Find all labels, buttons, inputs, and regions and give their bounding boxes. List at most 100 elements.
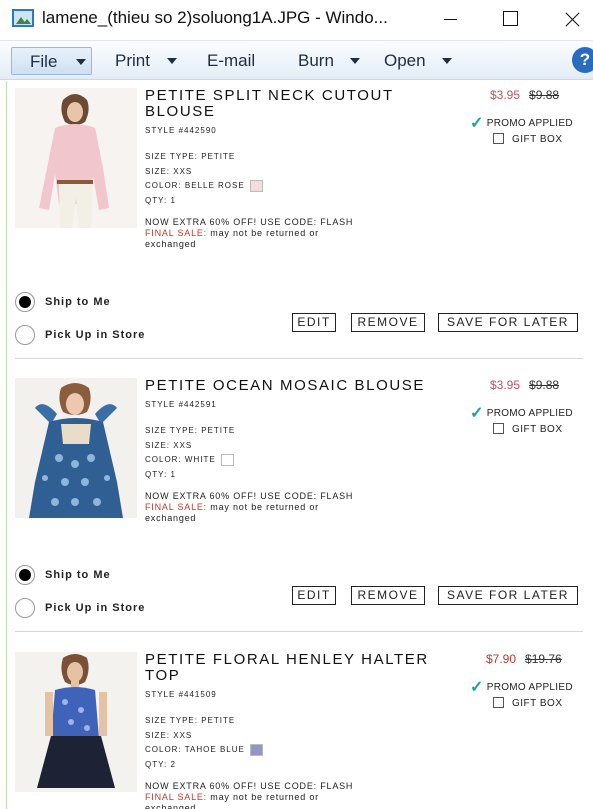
menu-email[interactable]: E-mail (189, 47, 274, 75)
menu-open-label: Open (384, 51, 426, 70)
ship-to-me-label[interactable]: Ship to Me (45, 296, 111, 308)
menu-file-label: File (30, 52, 58, 71)
chevron-down-icon (350, 58, 360, 64)
promo-message: NOW EXTRA 60% OFF! USE CODE: FLASH (145, 217, 354, 227)
minimize-button[interactable] (430, 4, 470, 34)
gift-box-option[interactable]: GIFT BOX (493, 697, 563, 709)
product-style: STYLE #442591 (145, 400, 217, 409)
final-sale-text-2: exchanged (145, 513, 197, 523)
edit-button[interactable]: EDIT (292, 313, 336, 332)
sale-price: $3.95 (490, 378, 521, 392)
image-content: PETITE SPLIT NECK CUTOUT BLOUSE STYLE #4… (0, 81, 593, 809)
maximize-button[interactable] (490, 4, 530, 34)
promo-applied: ✓ PROMO APPLIED (470, 113, 573, 133)
final-sale-note: FINAL SALE: may not be returned or (145, 502, 319, 512)
pick-up-radio[interactable] (15, 598, 35, 618)
promo-message: NOW EXTRA 60% OFF! USE CODE: FLASH (145, 781, 354, 791)
sale-price: $3.95 (490, 88, 521, 102)
chevron-down-icon (167, 58, 177, 64)
final-sale-text-2: exchanged (145, 239, 197, 249)
pick-up-radio[interactable] (15, 325, 35, 345)
chevron-down-icon (442, 58, 452, 64)
gift-box-label: GIFT BOX (512, 424, 563, 435)
photo-viewer-icon (12, 9, 34, 27)
gift-box-option[interactable]: GIFT BOX (493, 133, 563, 145)
remove-button[interactable]: REMOVE (351, 313, 425, 332)
ship-to-me-radio[interactable] (15, 292, 35, 312)
size: SIZE: XXS (145, 167, 193, 176)
save-for-later-button[interactable]: SAVE FOR LATER (438, 313, 578, 332)
final-sale-text: may not be returned or (207, 228, 319, 238)
quantity: QTY: 1 (145, 196, 176, 205)
divider (15, 631, 583, 632)
gift-box-checkbox[interactable] (493, 423, 504, 434)
edge-line (6, 81, 7, 809)
final-sale-text-2: exchanged (145, 803, 197, 809)
gift-box-option[interactable]: GIFT BOX (493, 423, 563, 435)
menu-print[interactable]: Print (97, 47, 192, 75)
menu-open[interactable]: Open (366, 47, 461, 75)
promo-applied: ✓ PROMO APPLIED (470, 677, 573, 697)
promo-applied-label: PROMO APPLIED (486, 682, 573, 693)
product-image[interactable] (15, 88, 137, 228)
product-name[interactable]: PETITE FLORAL HENLEY HALTER TOP (145, 652, 445, 684)
color-label: COLOR: TAHOE BLUE (145, 745, 245, 755)
color-row: COLOR: TAHOE BLUE (145, 744, 263, 756)
original-price: $19.76 (525, 652, 562, 666)
size-type: SIZE TYPE: PETITE (145, 426, 236, 435)
ship-to-me-radio[interactable] (15, 565, 35, 585)
help-icon[interactable]: ? (572, 47, 593, 73)
menu-file[interactable]: File (11, 47, 92, 75)
menu-burn[interactable]: Burn (280, 47, 370, 75)
original-price: $9.88 (529, 88, 560, 102)
product-style: STYLE #441509 (145, 690, 217, 699)
color-swatch (220, 454, 234, 466)
price: $7.90 $19.76 (486, 652, 562, 666)
checkmark-icon: ✓ (470, 405, 484, 422)
promo-applied-label: PROMO APPLIED (486, 408, 573, 419)
pick-up-label[interactable]: Pick Up in Store (45, 329, 145, 341)
edit-button[interactable]: EDIT (292, 586, 336, 605)
final-sale-note: FINAL SALE: may not be returned or (145, 228, 319, 238)
menu-bar: File Print E-mail Burn Open ? (0, 40, 593, 80)
price: $3.95 $9.88 (490, 378, 559, 392)
promo-applied-label: PROMO APPLIED (486, 118, 573, 129)
menu-email-label: E-mail (207, 51, 256, 70)
final-sale-label: FINAL SALE: (145, 228, 207, 238)
checkmark-icon: ✓ (470, 679, 484, 696)
product-name[interactable]: PETITE SPLIT NECK CUTOUT BLOUSE (145, 88, 445, 120)
product-style: STYLE #442590 (145, 126, 217, 135)
final-sale-text: may not be returned or (207, 502, 319, 512)
gift-box-checkbox[interactable] (493, 697, 504, 708)
save-for-later-button[interactable]: SAVE FOR LATER (438, 586, 578, 605)
divider (15, 358, 583, 359)
sale-price: $7.90 (486, 652, 517, 666)
color-swatch (249, 180, 263, 192)
size-type: SIZE TYPE: PETITE (145, 716, 236, 725)
quantity: QTY: 1 (145, 470, 176, 479)
color-row: COLOR: WHITE (145, 454, 234, 466)
remove-button[interactable]: REMOVE (351, 586, 425, 605)
gift-box-checkbox[interactable] (493, 133, 504, 144)
menu-print-label: Print (115, 51, 150, 70)
size: SIZE: XXS (145, 731, 193, 740)
product-image[interactable] (15, 652, 137, 792)
product-image[interactable] (15, 378, 137, 518)
title-bar: lamene_(thieu so 2)soluong1A.JPG - Windo… (0, 0, 593, 38)
color-label: COLOR: WHITE (145, 455, 216, 465)
product-name[interactable]: PETITE OCEAN MOSAIC BLOUSE (145, 378, 445, 394)
gift-box-label: GIFT BOX (512, 134, 563, 145)
original-price: $9.88 (529, 378, 560, 392)
color-swatch (249, 744, 263, 756)
window-title: lamene_(thieu so 2)soluong1A.JPG - Windo… (42, 8, 388, 27)
promo-message: NOW EXTRA 60% OFF! USE CODE: FLASH (145, 491, 354, 501)
pick-up-label[interactable]: Pick Up in Store (45, 602, 145, 614)
checkmark-icon: ✓ (470, 115, 484, 132)
ship-to-me-label[interactable]: Ship to Me (45, 569, 111, 581)
final-sale-note: FINAL SALE: may not be returned or (145, 792, 319, 802)
close-button[interactable] (552, 4, 592, 34)
size: SIZE: XXS (145, 441, 193, 450)
quantity: QTY: 2 (145, 760, 176, 769)
final-sale-text: may not be returned or (207, 792, 319, 802)
promo-applied: ✓ PROMO APPLIED (470, 403, 573, 423)
